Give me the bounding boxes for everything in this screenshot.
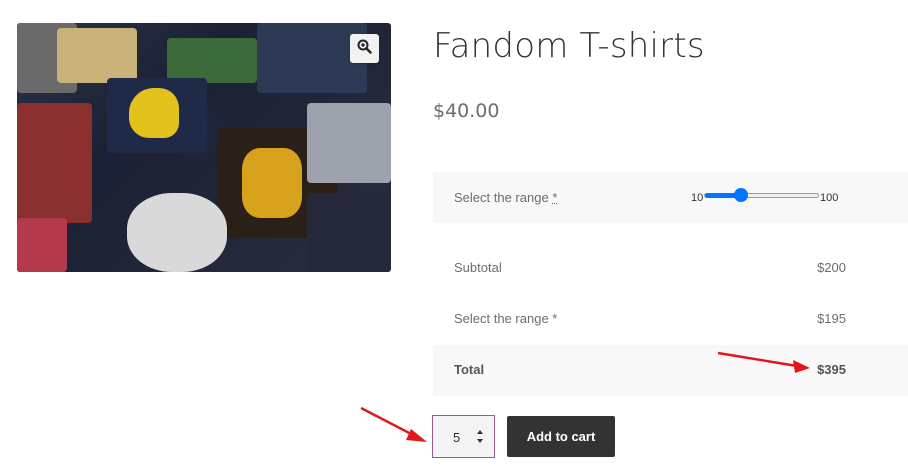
range-max-label: 100 <box>820 192 839 204</box>
product-image[interactable] <box>17 23 391 272</box>
range-min-label: 10 <box>691 192 704 204</box>
required-mark: * <box>552 190 558 205</box>
range-field-row: Select the range * 10 100 <box>433 172 908 223</box>
summary-row-total: Total $395 <box>433 345 908 396</box>
shirt-tile <box>307 103 391 183</box>
spinner-arrows-icon[interactable] <box>477 429 483 444</box>
quantity-value: 5 <box>453 430 461 445</box>
shirt-tile <box>167 38 257 83</box>
annotation-arrow-quantity <box>360 406 427 442</box>
shirt-tile <box>57 28 137 83</box>
summary-label: Select the range * <box>454 311 558 326</box>
add-to-cart-button[interactable]: Add to cart <box>507 416 615 457</box>
product-price: $40.00 <box>433 100 500 122</box>
product-title: Fandom T-shirts <box>433 26 705 66</box>
range-slider[interactable] <box>704 188 819 202</box>
summary-value: $195 <box>817 311 846 326</box>
summary-label: Subtotal <box>454 260 502 275</box>
zoom-button[interactable] <box>350 34 379 63</box>
summary-row-range: Select the range * $195 <box>433 294 908 345</box>
summary-value: $200 <box>817 260 846 275</box>
summary-row-subtotal: Subtotal $200 <box>433 243 908 294</box>
shirt-tile <box>17 103 92 223</box>
shirt-tile <box>17 218 67 272</box>
quantity-input[interactable]: 5 <box>432 415 495 458</box>
zoom-in-icon <box>357 39 372 59</box>
shirt-tile <box>307 193 391 272</box>
range-label-text: Select the range <box>454 190 549 205</box>
shirt-tile <box>129 88 179 138</box>
total-label: Total <box>454 362 485 377</box>
range-slider-thumb[interactable] <box>734 188 749 202</box>
total-value: $395 <box>817 362 846 377</box>
shirt-tile <box>242 148 302 218</box>
range-field-label: Select the range * <box>454 190 557 205</box>
shirt-tile <box>127 193 227 272</box>
